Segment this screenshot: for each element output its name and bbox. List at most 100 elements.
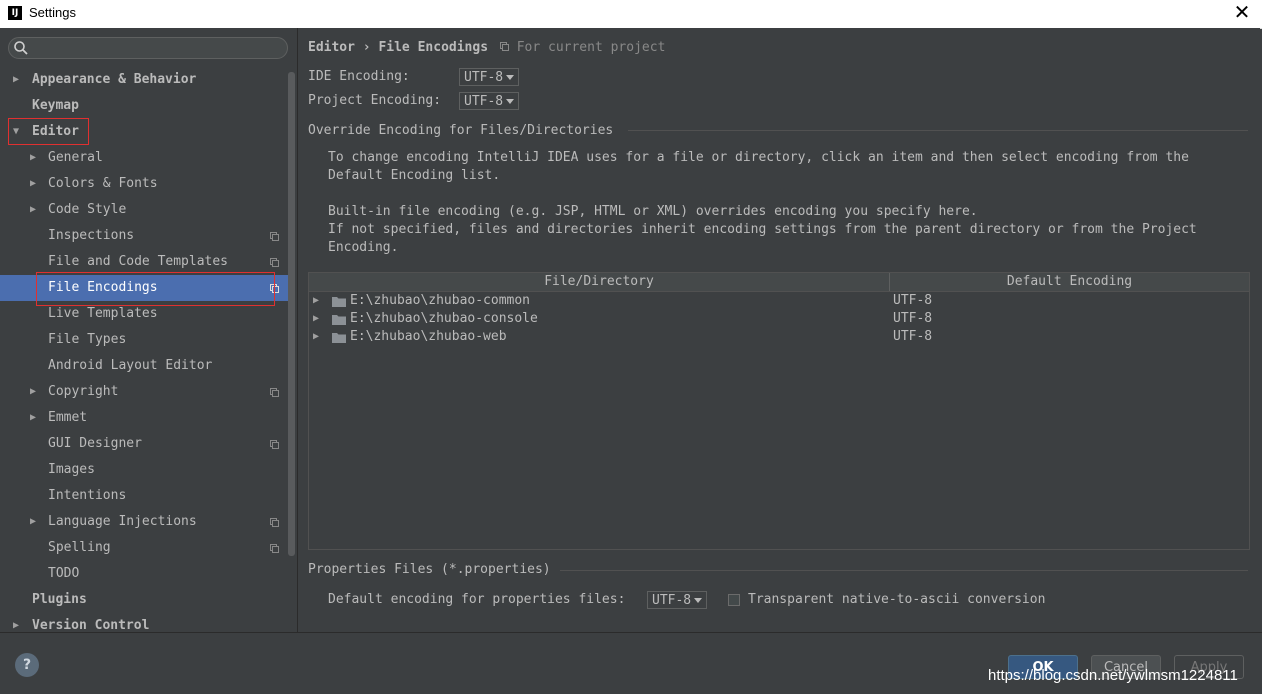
sidebar-item-label: General [48, 150, 103, 165]
sidebar-item-general[interactable]: ▶ General [0, 145, 288, 171]
sidebar-item-version-control[interactable]: ▶ Version Control [0, 613, 288, 632]
dropdown-arrow-icon [506, 99, 515, 104]
sidebar-item-label: Version Control [32, 618, 150, 632]
transparent-conversion-checkbox[interactable] [728, 594, 740, 606]
table-row[interactable]: ▶ E:\zhubao\zhubao-common UTF-8 [309, 292, 1249, 310]
project-encoding-label: Project Encoding: [308, 93, 442, 108]
expand-arrow-icon[interactable]: ▶ [313, 310, 319, 328]
chevron-down-icon: ▼ [13, 126, 20, 137]
settings-sidebar: ▶ Appearance & Behavior Keymap ▼ Editor … [0, 28, 298, 632]
help-line: Built-in file encoding (e.g. JSP, HTML o… [328, 204, 978, 219]
sidebar-item-label: Inspections [48, 228, 135, 243]
sidebar-item-label: Spelling [48, 540, 111, 555]
sidebar-scrollbar[interactable] [288, 72, 295, 556]
sidebar-item-gui-designer[interactable]: GUI Designer [0, 431, 288, 457]
encoding-table[interactable]: File/Directory Default Encoding ▶ E:\zhu… [308, 272, 1250, 550]
sidebar-item-label: Copyright [48, 384, 119, 399]
breadcrumb-current: File Encodings [378, 40, 489, 55]
sidebar-item-file-code-templates[interactable]: File and Code Templates [0, 249, 288, 275]
table-row[interactable]: ▶ E:\zhubao\zhubao-web UTF-8 [309, 328, 1249, 346]
table-header: File/Directory Default Encoding [309, 273, 1249, 292]
chevron-right-icon: ▶ [30, 152, 37, 163]
sidebar-item-label: Images [48, 462, 95, 477]
close-icon[interactable]: ✕ [1232, 2, 1252, 22]
sidebar-item-editor[interactable]: ▼ Editor [0, 119, 288, 145]
sidebar-item-images[interactable]: Images [0, 457, 288, 483]
sidebar-item-label: TODO [48, 566, 80, 581]
section-divider [628, 130, 1248, 131]
sidebar-item-copyright[interactable]: ▶ Copyright [0, 379, 288, 405]
folder-icon [332, 315, 346, 325]
breadcrumb: Editor › File Encodings For current proj… [308, 40, 665, 55]
sidebar-item-label: Android Layout Editor [48, 358, 213, 373]
cancel-button[interactable]: Cancel [1091, 655, 1161, 679]
sidebar-item-label: Colors & Fonts [48, 176, 158, 191]
ok-button[interactable]: OK [1008, 655, 1078, 679]
window-titlebar: IJ Settings ✕ [0, 0, 1262, 29]
project-encoding-value: UTF-8 [464, 94, 504, 109]
search-input[interactable] [8, 37, 288, 59]
chevron-right-icon: ▶ [13, 620, 20, 631]
intellij-app-icon: IJ [8, 6, 22, 20]
ide-encoding-select[interactable]: UTF-8 [459, 68, 520, 86]
row-path: E:\zhubao\zhubao-common [350, 293, 531, 308]
apply-button[interactable]: Apply [1174, 655, 1244, 679]
sidebar-item-label: Plugins [32, 592, 87, 607]
sidebar-item-label: Appearance & Behavior [32, 72, 197, 87]
dropdown-arrow-icon [694, 598, 703, 603]
sidebar-item-appearance-behavior[interactable]: ▶ Appearance & Behavior [0, 67, 288, 93]
sidebar-item-label: Language Injections [48, 514, 197, 529]
help-icon[interactable]: ? [15, 653, 39, 677]
properties-encoding-select[interactable]: UTF-8 [647, 591, 708, 609]
chevron-right-icon: ▶ [30, 386, 37, 397]
sidebar-item-colors-fonts[interactable]: ▶ Colors & Fonts [0, 171, 288, 197]
column-header-file-directory[interactable]: File/Directory [309, 273, 890, 291]
row-encoding[interactable]: UTF-8 [893, 328, 932, 346]
chevron-right-icon: ▶ [30, 178, 37, 189]
search-icon [14, 41, 28, 55]
sidebar-item-label: Keymap [32, 98, 79, 113]
sidebar-item-android-layout-editor[interactable]: Android Layout Editor [0, 353, 288, 379]
project-scope-icon [270, 232, 279, 241]
sidebar-item-label: GUI Designer [48, 436, 142, 451]
help-line: Default Encoding list. [328, 168, 501, 183]
project-scope-icon [270, 258, 279, 267]
sidebar-item-language-injections[interactable]: ▶ Language Injections [0, 509, 288, 535]
sidebar-item-file-types[interactable]: File Types [0, 327, 288, 353]
settings-content: Editor › File Encodings For current proj… [298, 28, 1260, 632]
sidebar-item-keymap[interactable]: Keymap [0, 93, 288, 119]
sidebar-item-intentions[interactable]: Intentions [0, 483, 288, 509]
window-title: Settings [29, 5, 76, 20]
column-header-default-encoding[interactable]: Default Encoding [890, 273, 1249, 291]
sidebar-item-label: Live Templates [48, 306, 158, 321]
help-line: To change encoding IntelliJ IDEA uses fo… [328, 150, 1189, 165]
sidebar-item-emmet[interactable]: ▶ Emmet [0, 405, 288, 431]
expand-arrow-icon[interactable]: ▶ [313, 328, 319, 346]
override-section-title: Override Encoding for Files/Directories [308, 123, 614, 138]
sidebar-item-label: File Types [48, 332, 127, 347]
sidebar-item-live-templates[interactable]: Live Templates [0, 301, 288, 327]
table-row[interactable]: ▶ E:\zhubao\zhubao-console UTF-8 [309, 310, 1249, 328]
folder-icon [332, 333, 346, 343]
dropdown-arrow-icon [506, 75, 515, 80]
section-divider [560, 570, 1248, 571]
help-line: If not specified, files and directories … [328, 222, 1197, 237]
chevron-right-icon: ▶ [30, 516, 37, 527]
project-scope-icon [270, 388, 279, 397]
help-line: Encoding. [328, 240, 399, 255]
expand-arrow-icon[interactable]: ▶ [313, 292, 319, 310]
sidebar-item-todo[interactable]: TODO [0, 561, 288, 587]
sidebar-item-label: Code Style [48, 202, 127, 217]
sidebar-item-code-style[interactable]: ▶ Code Style [0, 197, 288, 223]
row-encoding[interactable]: UTF-8 [893, 292, 932, 310]
transparent-conversion-label: Transparent native-to-ascii conversion [748, 592, 1046, 607]
breadcrumb-separator: › [362, 40, 371, 55]
row-encoding[interactable]: UTF-8 [893, 310, 932, 328]
project-encoding-select[interactable]: UTF-8 [459, 92, 520, 110]
sidebar-item-file-encodings[interactable]: File Encodings [0, 275, 288, 301]
ide-encoding-label: IDE Encoding: [308, 69, 410, 84]
sidebar-item-plugins[interactable]: Plugins [0, 587, 288, 613]
sidebar-item-inspections[interactable]: Inspections [0, 223, 288, 249]
sidebar-item-label: Editor [32, 124, 79, 139]
sidebar-item-spelling[interactable]: Spelling [0, 535, 288, 561]
